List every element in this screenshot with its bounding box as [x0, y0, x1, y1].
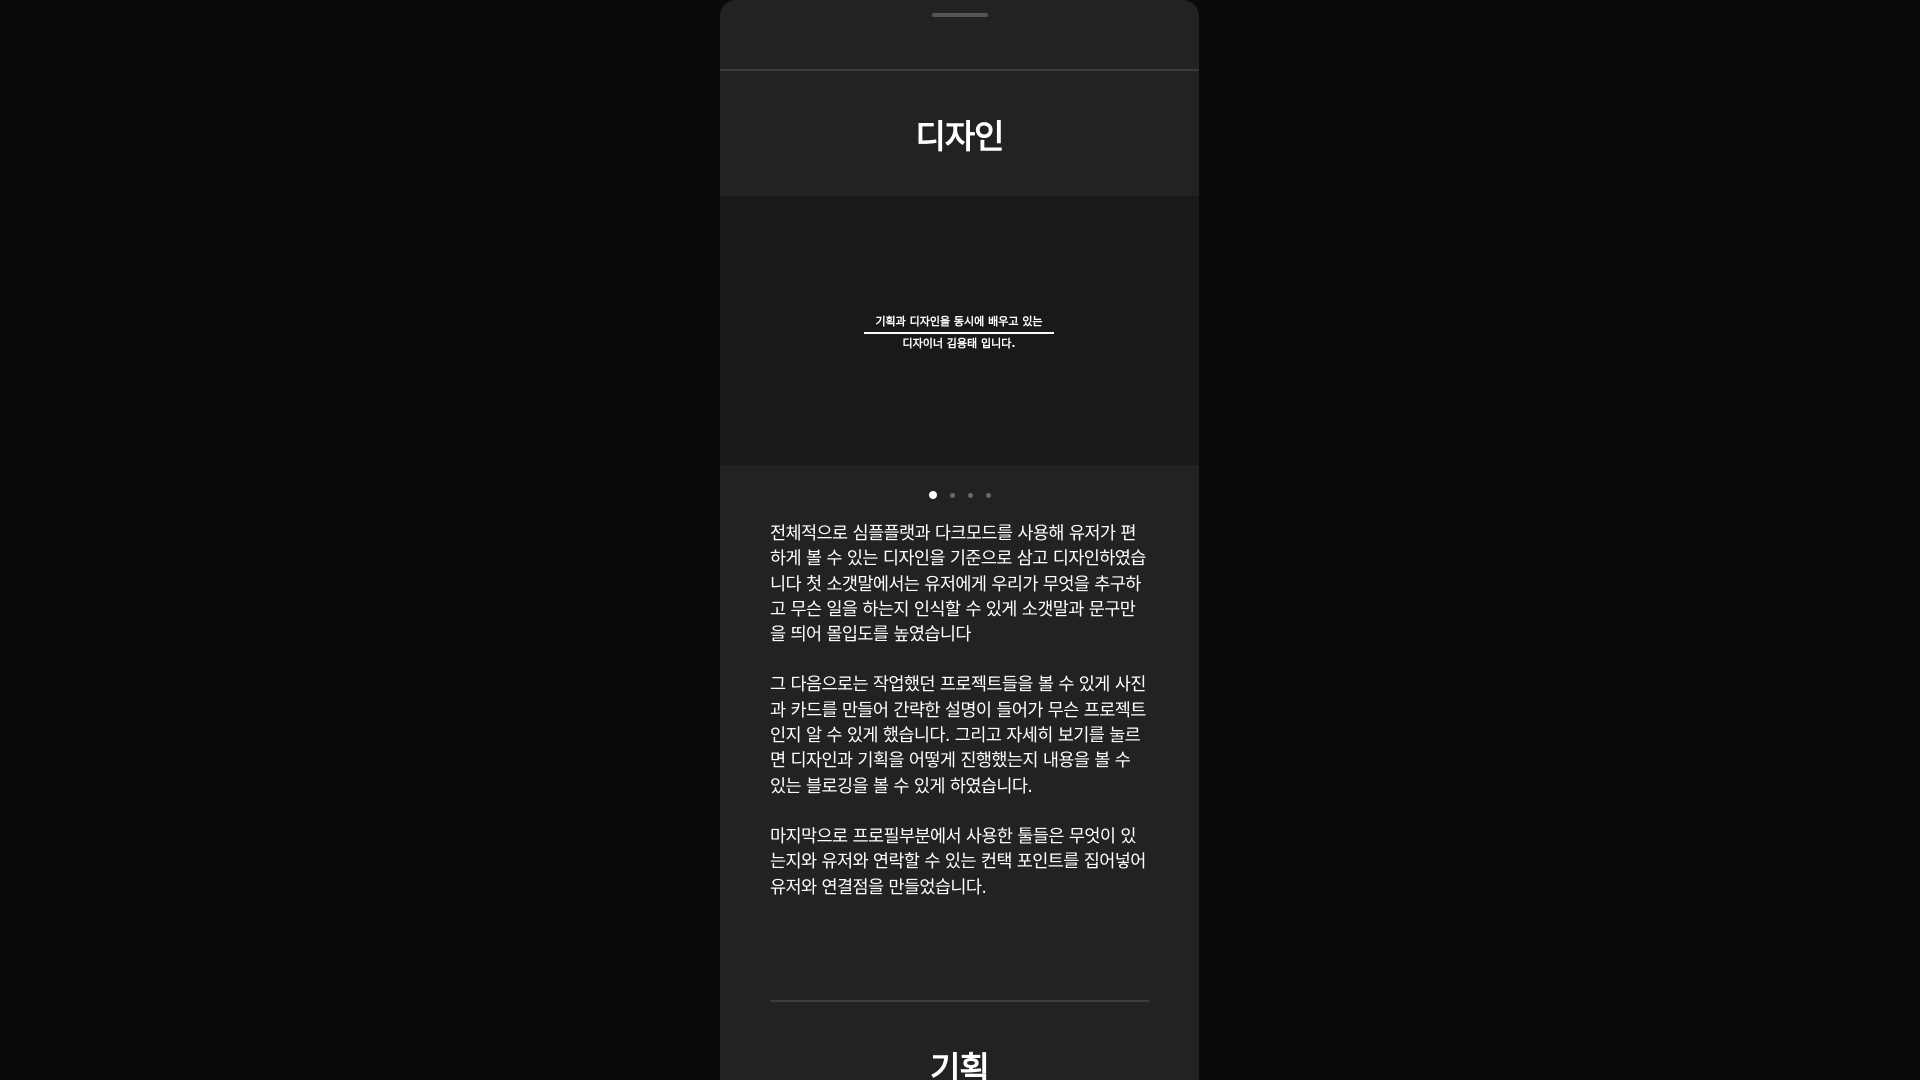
slide-caption: 기획과 디자인을 동시에 배우고 있는 디자이너 김용태 입니다. — [864, 312, 1054, 354]
slide-caption-line-1: 기획과 디자인을 동시에 배우고 있는 — [864, 312, 1054, 334]
drag-handle[interactable] — [932, 13, 988, 17]
description-paragraph-1: 전체적으로 심플플랫과 다크모드를 사용해 유저가 편하게 볼 수 있는 디자인… — [770, 524, 1146, 646]
bottom-sheet: 디자인 기획과 디자인을 동시에 배우고 있는 디자이너 김용태 입니다. 전체… — [720, 0, 1199, 1080]
slider-pagination — [720, 490, 1199, 500]
slider-dot-4[interactable] — [985, 492, 991, 498]
description-paragraph-2: 그 다음으로는 작업했던 프로젝트들을 볼 수 있게 사진과 카드를 만들어 간… — [770, 675, 1146, 797]
section-title-design: 디자인 — [915, 117, 1004, 156]
section-title-plan: 기획 — [930, 1049, 990, 1080]
section-divider — [770, 1000, 1149, 1002]
slider-dot-2[interactable] — [949, 492, 955, 498]
header-divider — [720, 69, 1199, 71]
description-paragraph-3: 마지막으로 프로필부분에서 사용한 툴들은 무엇이 있는지와 유저와 연락할 수… — [770, 826, 1146, 898]
slider-dot-1[interactable] — [928, 491, 937, 499]
slider-dot-3[interactable] — [967, 492, 973, 498]
image-slider[interactable]: 기획과 디자인을 동시에 배우고 있는 디자이너 김용태 입니다. — [720, 196, 1199, 465]
slide-caption-line-2: 디자이너 김용태 입니다. — [902, 337, 1016, 350]
design-description: 전체적으로 심플플랫과 다크모드를 사용해 유저가 편하게 볼 수 있는 디자인… — [770, 522, 1150, 926]
